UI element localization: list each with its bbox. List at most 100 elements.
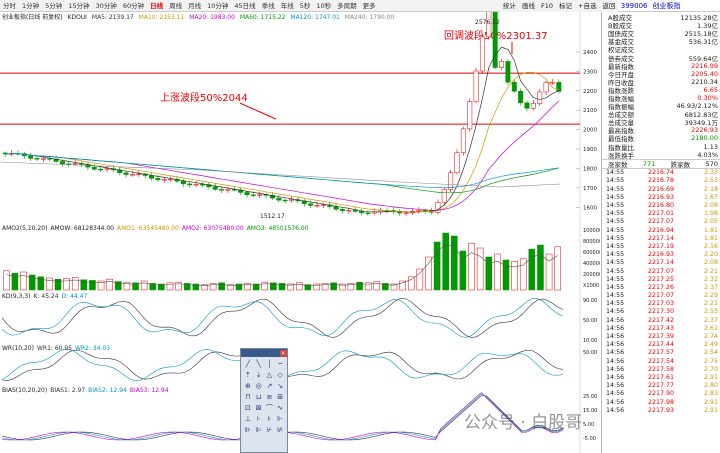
volume-bar [442,232,449,291]
period-tab[interactable]: 年线 [278,0,297,12]
period-tab[interactable]: 10分钟 [204,0,231,12]
menu-item[interactable]: F10 [538,0,556,12]
draw-tool-icon[interactable]: ╱ [243,359,253,369]
period-tab[interactable]: 更多 [360,0,379,12]
menu-item[interactable]: 返回 [599,0,618,12]
volume-bar [63,278,70,291]
tick-volume: 1.81 [703,234,718,242]
draw-tool-icon[interactable]: ⌒ [265,403,275,413]
period-tab[interactable]: 30分钟 [93,0,120,12]
candle-body [524,102,530,109]
legend-ma60: MA60: 1715.22 [239,14,286,21]
period-tab[interactable]: 60分钟 [120,0,147,12]
volume-bar [433,241,441,291]
tick-row: 14:55 2216.74 2.33 [602,169,720,177]
candle-body [282,199,288,202]
draw-tool-icon[interactable]: ⊡ [243,403,253,413]
candle-body [72,163,78,165]
candle-body [549,82,555,84]
tick-time: 14:55 [606,292,625,300]
period-tab[interactable]: 1分钟 [19,0,42,12]
period-tab[interactable]: 月线 [185,0,204,12]
draw-tool-icon[interactable]: ↘ [275,381,285,391]
period-tab[interactable]: 多周期 [334,0,360,12]
draw-tool-icon[interactable]: ⇡ [243,370,253,380]
tick-row: 14:55 2217.07 2.21 [602,267,720,275]
draw-tool-icon[interactable]: ╲ [254,359,264,369]
legend-item: WR1: 60.95 [36,345,72,352]
tick-price: 2217.01 [647,210,674,218]
tick-time: 14:56 [606,324,625,332]
quote-panel: G 399006 创业板指 A股成交12135.28亿B股成交1.39亿国债成交… [601,0,720,453]
period-tab[interactable]: 45日线 [231,0,258,12]
low-label: 1512.17 [260,213,285,220]
legend-item: BIAS(10,20,20) [2,387,48,394]
draw-tool-icon[interactable]: ⊫ [254,425,264,435]
tick-time: 14:56 [606,316,625,324]
tick-row: 14:56 2217.42 2.37 [602,316,720,324]
volume-bar [330,282,337,291]
tick-volume: 2.75 [703,357,718,365]
draw-tool-icon[interactable]: ⇣ [254,370,264,380]
period-tab[interactable]: 日线 [147,0,166,12]
draw-tool-icon[interactable]: ⊞ [275,392,285,402]
period-tab[interactable]: 10秒 [313,0,334,12]
menu-item[interactable]: 统计 [500,0,519,12]
tick-time: 14:56 [606,341,625,349]
draw-tool-icon[interactable]: ⊠ [254,403,264,413]
period-tab[interactable]: 周线 [166,0,185,12]
draw-tool-icon[interactable]: │ [265,359,275,369]
candle-body [219,189,225,191]
period-tab[interactable]: 5分钟 [42,0,65,12]
period-tab[interactable]: 15分钟 [65,0,92,12]
close-icon[interactable]: × [279,349,287,357]
tick-list[interactable]: 14:55 2216.74 2.33 14:55 2216.78 2.53 14:55 221… [602,169,720,415]
draw-tool-icon[interactable]: ⊕ [243,381,253,391]
draw-tool-icon[interactable]: ↗ [265,381,275,391]
tick-volume: 2.32 [703,275,718,283]
candle-body [149,175,155,179]
tick-time: 14:56 [606,390,625,398]
draw-tool-icon[interactable]: ⊪ [243,425,253,435]
draw-tool-icon[interactable]: ◇ [275,370,285,380]
draw-tool-icon[interactable]: ⊭ [275,425,285,435]
draw-tool-icon[interactable]: ⊦ [254,414,264,424]
draw-tool-icon[interactable]: ⊬ [265,425,275,435]
draw-tool-icon[interactable]: ≡ [265,392,275,402]
draw-tool-icon[interactable]: ⊥ [243,414,253,424]
menu-item[interactable]: 画线 [519,0,538,12]
period-tab[interactable]: 季线 [259,0,278,12]
quote-stat-value: 2205.40 [691,69,718,78]
menu-item[interactable]: 标记 [556,0,575,12]
tick-time: 14:56 [606,373,625,381]
draw-tool-icon[interactable]: ─ [275,359,285,369]
draw-tool-icon[interactable]: ∿ [275,403,285,413]
period-tab[interactable]: 5秒 [297,0,314,12]
drawing-toolbox[interactable]: × ╱ ╲ │ ─ ⇡ ⇣ △ ◇ ⊕ ◎ ↗ ↘ ⊓ ⊔ ≡ ⊞ ⊡ ⊠ ⌒ ∿ ⊥ ⊦ ⊧ ⊩ ⊪ ⊫ ⊬ ⊭ [240,348,288,453]
volume-chart[interactable]: 10000000 8000000 6000000 4000000 2000000 X100… [0,224,600,292]
draw-tool-icon[interactable]: ⊩ [275,414,285,424]
menu-item[interactable]: +自选 [575,0,599,12]
tick-time: 14:55 [606,300,625,308]
candle-body [397,211,403,214]
draw-tool-icon[interactable]: ⊓ [243,392,253,402]
candle-body [454,152,460,173]
bias-tick-label: 25.00 [583,394,597,400]
draw-tool-icon[interactable]: ◎ [254,381,264,391]
top-menu: 统计 画线 F10 标记 +自选 返回 [500,0,619,12]
tick-price: 2217.90 [647,390,674,398]
updown-row: 涨家数 771 跌家数 570 [602,158,720,169]
toolbox-header[interactable]: × [241,349,287,357]
tick-row: 14:56 2217.39 2.74 [602,332,720,340]
quote-stat-value: 2180.00 [691,134,718,143]
price-chart[interactable]: 2400 2300 2200 2100 2000 1900 1800 1700 1600 上涨波段… [0,12,600,224]
volume-tick-label: X1000 [583,283,599,289]
volume-bar [37,276,45,291]
volume-tick-label: 4000000 [583,261,600,267]
price-tick-label: 1600 [583,205,597,211]
draw-tool-icon[interactable]: ⊔ [254,392,264,402]
draw-tool-icon[interactable]: ⊧ [265,414,275,424]
period-tab[interactable]: 分时 [0,0,19,12]
draw-tool-icon[interactable]: △ [265,370,275,380]
quote-stat-value: 0.30% [697,93,718,102]
